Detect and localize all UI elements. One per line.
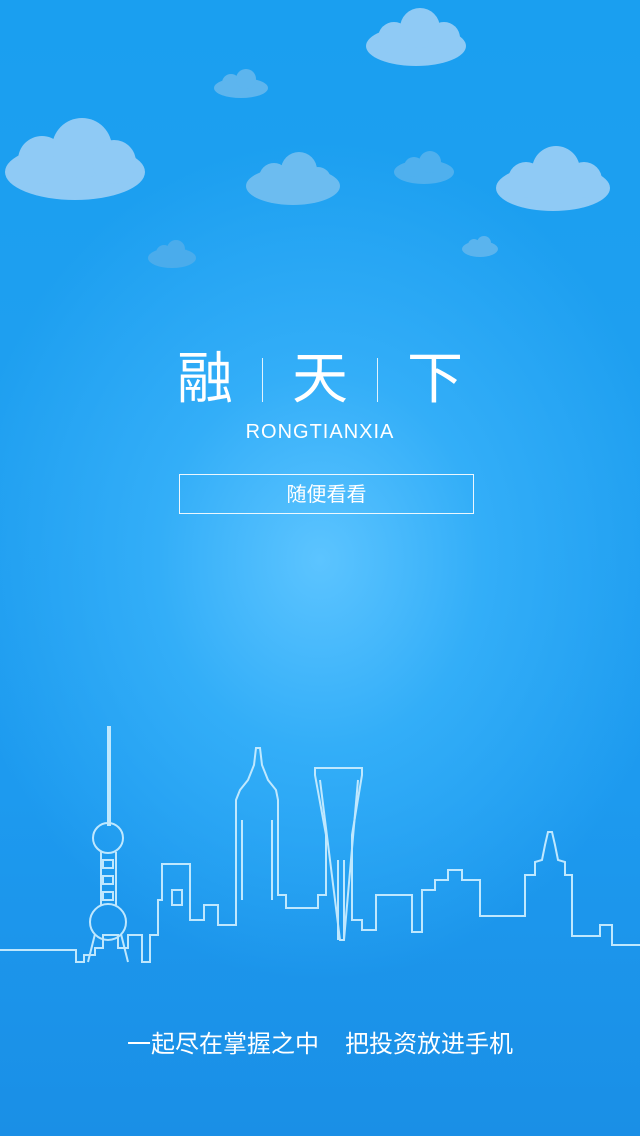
cloud-icon [5, 118, 145, 200]
footer-tagline: 一起尽在掌握之中 把投资放进手机 [0, 1024, 640, 1059]
city-skyline-illustration [0, 726, 640, 963]
cloud-icon [148, 240, 196, 268]
app-subtitle: RONGTIANXIA [245, 421, 395, 443]
cloud-icon [462, 236, 498, 257]
app-logo: 融天下 [0, 348, 640, 412]
cloud-icon [246, 152, 340, 205]
cloud-icon [394, 151, 454, 184]
logo-divider [377, 358, 378, 402]
tagline-part-1: 一起尽在掌握之中 [127, 1030, 319, 1058]
logo-char-1: 融 [177, 347, 233, 412]
tagline-part-2: 把投资放进手机 [345, 1030, 513, 1058]
cloud-icon [496, 146, 610, 211]
logo-char-3: 下 [407, 347, 463, 412]
logo-divider [262, 358, 263, 402]
splash-screen: 融天下 RONGTIANXIA 随便看看 一起尽在掌握之中 把投资放进手机 [0, 0, 640, 1136]
cloud-icon [366, 8, 466, 66]
logo-char-2: 天 [292, 347, 348, 412]
browse-button[interactable]: 随便看看 [179, 474, 474, 514]
cloud-icon [214, 69, 268, 98]
